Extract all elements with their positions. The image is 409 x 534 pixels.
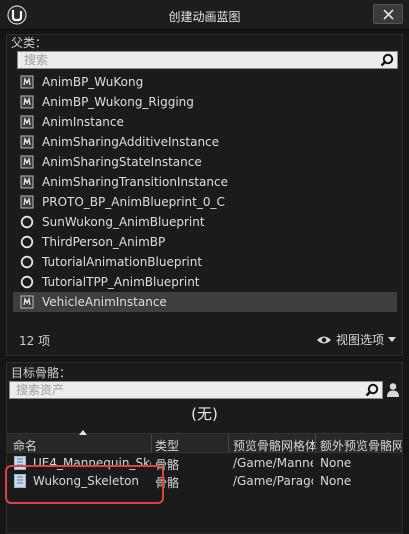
list-item-label: AnimBP_Wukong_Rigging xyxy=(42,95,194,109)
blueprint-circle-icon xyxy=(20,235,34,249)
table-header: 命名 类型 预览骨骼网格体 额外预览骨骼网 xyxy=(7,430,402,454)
list-item-label: AnimInstance xyxy=(42,115,124,129)
list-item-label: AnimBP_WuKong xyxy=(42,75,144,89)
list-item[interactable]: PROTO_BP_AnimBlueprint_0_C xyxy=(13,192,397,212)
class-icon xyxy=(20,155,34,169)
view-options-button[interactable]: 视图选项 xyxy=(316,331,396,348)
list-item-label: VehicleAnimInstance xyxy=(42,295,167,309)
parent-class-search[interactable] xyxy=(17,51,398,69)
parent-class-list: AnimBP_WuKong AnimBP_Wukong_Rigging Anim… xyxy=(13,72,397,312)
list-item[interactable]: AnimBP_WuKong xyxy=(13,72,397,92)
list-item-selected[interactable]: VehicleAnimInstance xyxy=(13,292,397,312)
class-icon xyxy=(20,295,34,309)
list-item-label: PROTO_BP_AnimBlueprint_0_C xyxy=(42,195,225,209)
list-item[interactable]: TutorialAnimationBlueprint xyxy=(13,252,397,272)
list-item-label: SunWukong_AnimBlueprint xyxy=(42,215,205,229)
selected-skeleton-value: (无) xyxy=(191,405,218,423)
search-icon[interactable] xyxy=(380,53,394,67)
view-options-label: 视图选项 xyxy=(335,333,384,347)
item-count: 12 项 xyxy=(19,334,51,348)
list-item[interactable]: AnimSharingTransitionInstance xyxy=(13,172,397,192)
list-item[interactable]: TutorialTPP_AnimBlueprint xyxy=(13,272,397,292)
list-item[interactable]: AnimBP_Wukong_Rigging xyxy=(13,92,397,112)
list-item-label: AnimSharingTransitionInstance xyxy=(42,175,228,189)
list-item-label: TutorialTPP_AnimBlueprint xyxy=(42,275,200,289)
column-divider[interactable] xyxy=(151,434,152,452)
target-skeleton-panel: 目标骨骼： (无) 命名 类型 预览骨骼网格体 额外预览骨骼网 UE4_Mann… xyxy=(6,362,403,534)
chevron-down-icon xyxy=(388,336,396,342)
skeleton-search-input[interactable] xyxy=(10,382,382,398)
blueprint-circle-icon xyxy=(20,255,34,269)
row-preview: /Game/Paragon xyxy=(233,474,313,488)
class-icon xyxy=(20,135,34,149)
list-item-label: ThirdPerson_AnimBP xyxy=(42,235,166,249)
user-filter-icon[interactable] xyxy=(386,382,400,398)
list-item-label: TutorialAnimationBlueprint xyxy=(42,255,203,269)
sort-ascending-icon[interactable] xyxy=(79,430,87,435)
list-item[interactable]: AnimInstance xyxy=(13,112,397,132)
blueprint-circle-icon xyxy=(20,275,34,289)
column-divider[interactable] xyxy=(315,434,316,452)
window-title: 创建动画蓝图 xyxy=(168,10,241,24)
eye-icon xyxy=(316,336,331,343)
list-item[interactable]: SunWukong_AnimBlueprint xyxy=(13,212,397,232)
search-icon[interactable] xyxy=(365,383,379,397)
target-skeleton-label: 目标骨骼： xyxy=(11,366,72,380)
column-header-preview-mesh[interactable]: 预览骨骼网格体 xyxy=(233,437,317,454)
class-icon xyxy=(20,115,34,129)
row-extra: None xyxy=(320,474,352,488)
class-icon xyxy=(20,195,34,209)
column-divider[interactable] xyxy=(228,434,229,452)
row-preview: /Game/Mannequin xyxy=(233,456,313,470)
close-button[interactable] xyxy=(373,4,403,24)
title-bar: 创建动画蓝图 xyxy=(0,0,409,30)
row-extra: None xyxy=(320,456,352,470)
class-icon xyxy=(20,75,34,89)
close-icon xyxy=(383,9,394,20)
blueprint-circle-icon xyxy=(20,215,34,229)
parent-class-label: 父类： xyxy=(11,36,48,50)
parent-class-panel: 父类： AnimBP_WuKong AnimBP_Wukong_Rigging … xyxy=(6,34,403,356)
skeleton-search[interactable] xyxy=(9,381,383,399)
column-header-name[interactable]: 命名 xyxy=(13,437,37,454)
list-item[interactable]: AnimSharingStateInstance xyxy=(13,152,397,172)
list-item-label: AnimSharingStateInstance xyxy=(42,155,202,169)
class-icon xyxy=(20,175,34,189)
column-header-type[interactable]: 类型 xyxy=(155,437,179,454)
list-item[interactable]: AnimSharingAdditiveInstance xyxy=(13,132,397,152)
list-item[interactable]: ThirdPerson_AnimBP xyxy=(13,232,397,252)
column-header-extra-preview[interactable]: 额外预览骨骼网 xyxy=(320,437,402,454)
highlight-annotation xyxy=(5,465,164,504)
parent-class-search-input[interactable] xyxy=(18,52,397,68)
list-item-label: AnimSharingAdditiveInstance xyxy=(42,135,220,149)
class-icon xyxy=(20,95,34,109)
